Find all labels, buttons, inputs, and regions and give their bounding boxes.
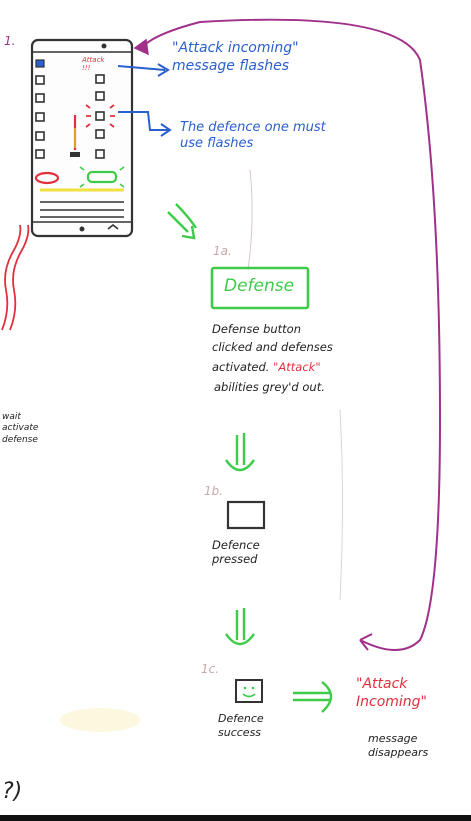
- defense-desc-line1: Defense button: [212, 322, 301, 336]
- green-arrow-down-1: [235, 433, 246, 465]
- defense-desc-line3: activated. "Attack": [212, 360, 321, 374]
- defense-button-label: Defense: [224, 276, 295, 296]
- defence-success-square: [235, 679, 263, 703]
- green-arrow-right: [293, 691, 330, 702]
- defence-success-label: Defence success: [218, 712, 264, 739]
- defence-square-1b: [226, 500, 266, 530]
- defense-desc-line3a: activated.: [212, 360, 274, 374]
- left-cutoff-note: wait activate defense: [2, 412, 39, 445]
- attack-incoming-red-label: "Attack Incoming": [356, 676, 427, 710]
- phone-attack-label: Attack !!!: [82, 56, 105, 72]
- message-disappears-label: message disappears: [368, 732, 429, 759]
- step-1c-number: 1c.: [201, 662, 220, 676]
- red-wave-left: [1, 224, 22, 331]
- defense-desc-line3b: "Attack": [273, 360, 321, 374]
- step-1-number: 1.: [4, 34, 16, 48]
- defence-pressed-label: Defence pressed: [212, 538, 260, 567]
- defense-desc-line4: abilities grey'd out.: [214, 380, 325, 394]
- bottom-left-fragment: ?): [2, 779, 23, 804]
- green-arrow-down-2: [235, 608, 246, 640]
- bottom-border: [0, 815, 471, 821]
- defense-desc-line2: clicked and defenses: [212, 340, 333, 354]
- defence-flash-note: The defence one must use flashes: [180, 120, 326, 152]
- step-1b-number: 1b.: [204, 484, 224, 498]
- attack-incoming-flash-note: "Attack incoming" message flashes: [172, 40, 299, 74]
- step-1a-number: 1a.: [213, 244, 232, 258]
